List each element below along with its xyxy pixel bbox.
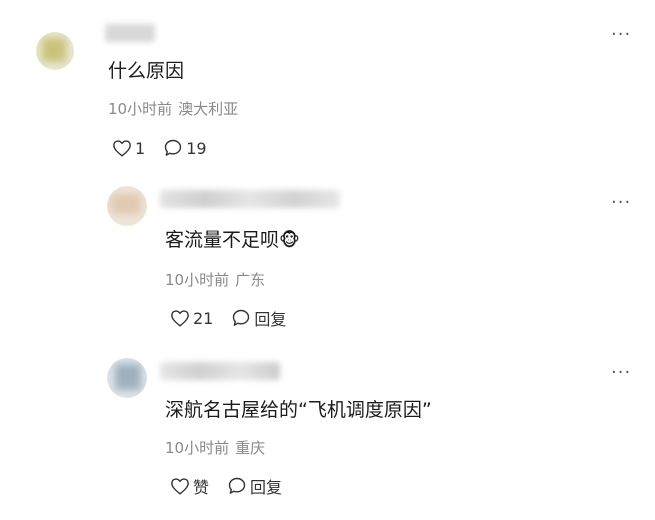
reply-button[interactable]: 回复 bbox=[227, 474, 282, 498]
comment-time: 10小时前 bbox=[165, 439, 230, 457]
comment-location: 重庆 bbox=[235, 439, 266, 457]
heart-outline-icon bbox=[112, 139, 132, 157]
comment-meta: 10小时前 澳大利亚 bbox=[108, 100, 238, 118]
more-options-icon[interactable]: ··· bbox=[611, 364, 631, 382]
avatar[interactable] bbox=[107, 186, 147, 226]
comment-meta: 10小时前 广东 bbox=[165, 271, 265, 289]
comment-location: 澳大利亚 bbox=[178, 100, 239, 118]
monkey-emoji-icon: 🐵 bbox=[279, 230, 300, 251]
comment-meta: 10小时前 重庆 bbox=[165, 439, 265, 457]
comment-text: 客流量不足呗🐵 bbox=[165, 228, 300, 253]
reply-count: 19 bbox=[186, 138, 207, 158]
reply-item: ··· 客流量不足呗🐵 10小时前 广东 21 回复 bbox=[0, 170, 655, 340]
reply-button[interactable]: 19 bbox=[163, 138, 207, 158]
comment-actions: 21 回复 bbox=[170, 307, 304, 329]
reply-label: 回复 bbox=[254, 310, 287, 329]
like-button[interactable]: 1 bbox=[112, 139, 145, 158]
reply-item: ··· 深航名古屋给的“飞机调度原因” 10小时前 重庆 赞 回复 bbox=[0, 340, 655, 520]
like-count: 1 bbox=[135, 138, 146, 158]
comment-text: 深航名古屋给的“飞机调度原因” bbox=[165, 399, 432, 421]
heart-outline-icon bbox=[170, 477, 190, 495]
comment-time: 10小时前 bbox=[165, 271, 230, 289]
like-label: 赞 bbox=[193, 478, 210, 497]
comment-actions: 1 19 bbox=[112, 137, 225, 159]
heart-outline-icon bbox=[170, 309, 190, 327]
username-redacted[interactable] bbox=[105, 24, 155, 42]
comment-time: 10小时前 bbox=[108, 100, 173, 118]
reply-button[interactable]: 回复 bbox=[231, 306, 286, 330]
speech-bubble-icon bbox=[227, 476, 247, 496]
reply-label: 回复 bbox=[250, 478, 283, 497]
comment-item: ··· 什么原因 10小时前 澳大利亚 1 19 bbox=[0, 0, 655, 170]
speech-bubble-icon bbox=[163, 138, 183, 158]
like-count: 21 bbox=[193, 308, 214, 328]
more-options-icon[interactable]: ··· bbox=[611, 194, 631, 212]
avatar[interactable] bbox=[36, 32, 74, 70]
like-button[interactable]: 21 bbox=[170, 309, 213, 328]
speech-bubble-icon bbox=[231, 308, 251, 328]
like-button[interactable]: 赞 bbox=[170, 474, 209, 498]
comment-actions: 赞 回复 bbox=[170, 475, 300, 497]
avatar[interactable] bbox=[107, 358, 147, 398]
comment-location: 广东 bbox=[235, 271, 266, 289]
comment-text-body: 客流量不足呗 bbox=[165, 229, 280, 251]
username-redacted[interactable] bbox=[160, 190, 340, 208]
more-options-icon[interactable]: ··· bbox=[611, 26, 631, 44]
username-redacted[interactable] bbox=[160, 362, 280, 380]
comment-text: 什么原因 bbox=[108, 60, 185, 82]
